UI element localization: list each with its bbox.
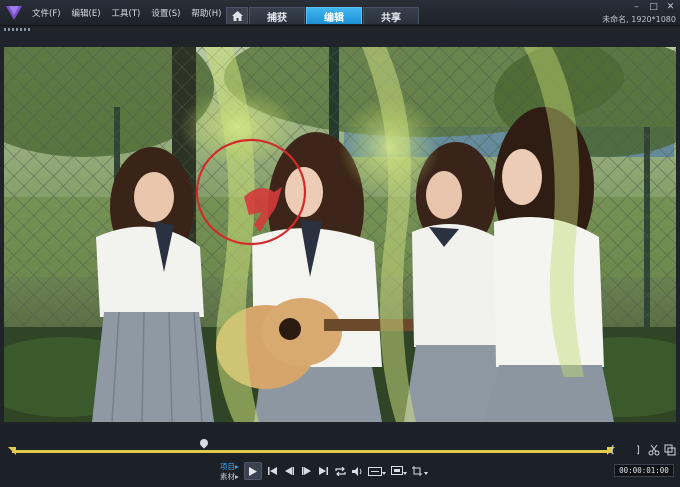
close-icon[interactable]: ✕	[665, 2, 676, 13]
preview-image	[4, 47, 676, 422]
tab-capture[interactable]: 捕获	[249, 7, 305, 24]
mode-clip-option[interactable]: 素材▸	[220, 472, 239, 482]
project-info: 未命名, 1920*1080	[602, 15, 676, 24]
mark-in-button[interactable]: [	[611, 445, 615, 456]
crop-icon	[412, 466, 428, 476]
video-editor-window: 文件(F) 编辑(E) 工具(T) 设置(S) 帮助(H) 捕获 编辑 共享 –…	[0, 0, 680, 487]
menu-file[interactable]: 文件(F)	[32, 7, 61, 19]
scrubber-track[interactable]	[12, 450, 612, 453]
display-mode-button[interactable]	[411, 463, 429, 479]
menu-help[interactable]: 帮助(H)	[191, 7, 221, 19]
go-to-start-button[interactable]	[265, 463, 279, 479]
playback-mode-selector: 项目▸ 素材▸	[220, 462, 239, 482]
mark-out-button[interactable]: ]	[636, 445, 640, 456]
resolution-button[interactable]	[367, 463, 387, 479]
window-controls: – □ ✕	[631, 2, 676, 13]
title-bar: 文件(F) 编辑(E) 工具(T) 设置(S) 帮助(H) 捕获 编辑 共享 –…	[0, 0, 680, 26]
previous-frame-button[interactable]	[282, 463, 296, 479]
scissors-icon[interactable]	[648, 444, 660, 456]
play-button[interactable]	[244, 462, 262, 480]
trim-start-handle[interactable]	[8, 447, 16, 455]
repeat-button[interactable]	[333, 463, 347, 479]
next-frame-button[interactable]	[299, 463, 313, 479]
playhead-handle[interactable]	[198, 437, 210, 449]
mode-project-label: 项目	[220, 462, 235, 471]
aspect-ratio-icon	[391, 466, 407, 475]
home-tab[interactable]	[226, 7, 248, 24]
hd-icon	[368, 466, 386, 476]
aspect-ratio-button[interactable]	[390, 463, 408, 479]
maximize-icon[interactable]: □	[648, 2, 659, 13]
transport-controls	[244, 461, 429, 481]
panel-grip-icon[interactable]	[4, 28, 30, 31]
skip-start-icon	[267, 467, 277, 475]
timecode-display[interactable]: 00:00:01:00	[614, 464, 674, 477]
step-forward-icon	[301, 467, 311, 475]
menu-edit[interactable]: 编辑(E)	[72, 7, 101, 19]
go-to-end-button[interactable]	[316, 463, 330, 479]
mode-clip-label: 素材	[220, 472, 235, 481]
menu-bar: 文件(F) 编辑(E) 工具(T) 设置(S) 帮助(H)	[32, 0, 232, 26]
speaker-icon	[351, 466, 361, 476]
mode-project-option[interactable]: 项目▸	[220, 462, 239, 472]
menu-tools[interactable]: 工具(T)	[112, 7, 141, 19]
volume-button[interactable]	[350, 463, 364, 479]
workspace-tabs: 捕获 编辑 共享	[249, 7, 420, 24]
skip-end-icon	[318, 467, 328, 475]
play-icon	[249, 466, 257, 476]
home-icon	[231, 11, 243, 21]
enlarge-preview-icon[interactable]	[664, 444, 676, 456]
red-circle-highlight	[195, 138, 307, 246]
preview-window[interactable]	[4, 47, 676, 422]
tab-edit[interactable]: 编辑	[306, 7, 362, 24]
videostudio-logo-icon	[6, 6, 22, 20]
minimize-icon[interactable]: –	[631, 2, 642, 13]
repeat-icon	[334, 466, 346, 476]
tab-share[interactable]: 共享	[363, 7, 419, 24]
menu-settings[interactable]: 设置(S)	[151, 7, 180, 19]
step-back-icon	[284, 467, 294, 475]
scrubber[interactable]	[4, 437, 676, 458]
